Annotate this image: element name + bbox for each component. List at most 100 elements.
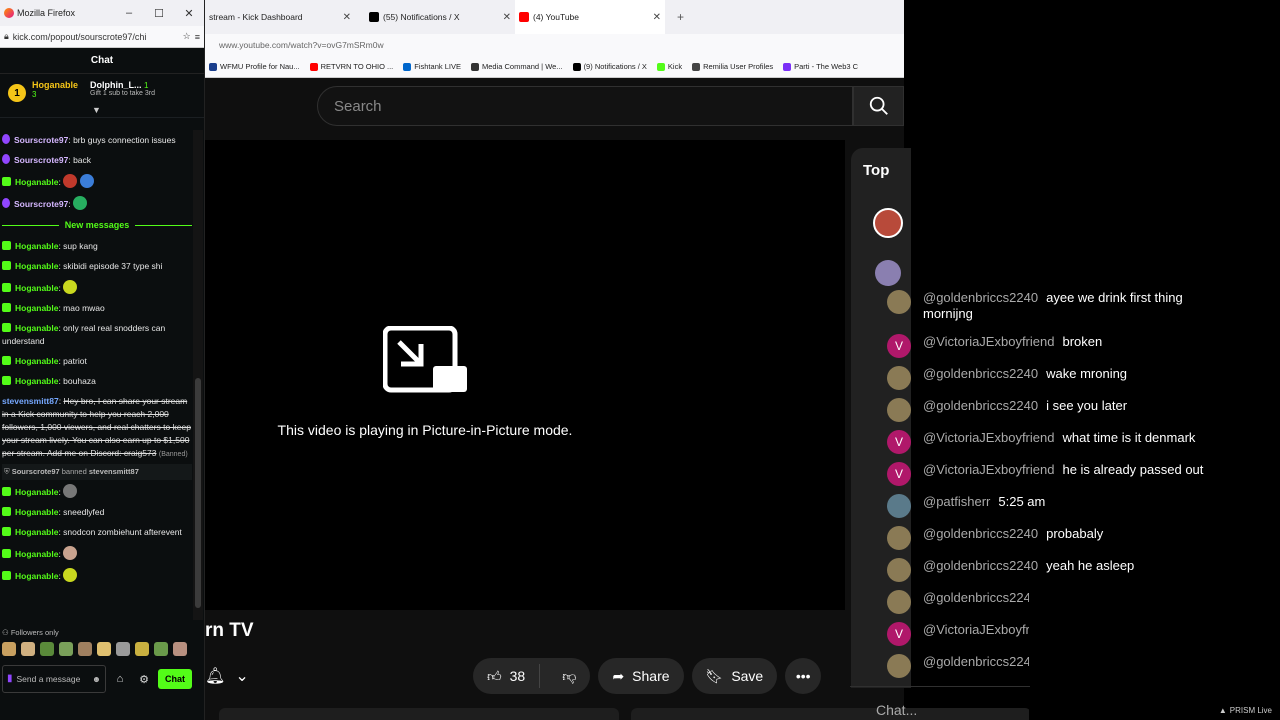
channel-name[interactable]: rn TV bbox=[205, 620, 254, 642]
second-gifter-name[interactable]: Dolphin_L... bbox=[90, 80, 142, 90]
avatar[interactable]: V bbox=[887, 430, 911, 454]
close-icon[interactable]: ✕ bbox=[174, 7, 204, 20]
chat-username[interactable]: Hoganable bbox=[15, 549, 58, 559]
maximize-icon[interactable]: ☐ bbox=[144, 7, 174, 20]
top-chat-selector[interactable]: Top bbox=[863, 162, 889, 179]
send-chat-button[interactable]: Chat bbox=[158, 669, 192, 689]
minimize-icon[interactable]: – bbox=[114, 7, 144, 20]
live-chat-username[interactable]: @goldenbriccs224 bbox=[923, 654, 1031, 669]
bookmark-item[interactable]: Parti - The Web3 C bbox=[783, 62, 858, 71]
chat-username[interactable]: Hoganable bbox=[15, 376, 58, 386]
live-chat-username[interactable]: @VictoriaJExboyfriend bbox=[923, 462, 1054, 477]
bookmark-item[interactable]: Remilia User Profiles bbox=[692, 62, 773, 71]
avatar[interactable] bbox=[887, 590, 911, 614]
dislike-button[interactable]: 👎︎ bbox=[548, 668, 590, 685]
live-chat-username[interactable]: @goldenbriccs2240 bbox=[923, 558, 1038, 573]
search-button[interactable] bbox=[853, 86, 904, 126]
live-chat-username[interactable]: @goldenbriccs224 bbox=[923, 590, 1031, 605]
chat-username[interactable]: Hoganable bbox=[15, 177, 58, 187]
emote-icon[interactable] bbox=[116, 642, 130, 656]
video-player[interactable]: This video is playing in Picture-in-Pict… bbox=[205, 140, 845, 610]
avatar[interactable]: V bbox=[887, 462, 911, 486]
tab-kick-dashboard[interactable]: stream - Kick Dashboard ✕ bbox=[205, 0, 355, 34]
top-gifter-name[interactable]: Hoganable bbox=[32, 80, 78, 90]
emoji-icon[interactable]: ☻ bbox=[92, 674, 101, 684]
chat-username[interactable]: Hoganable bbox=[15, 571, 58, 581]
chat-username[interactable]: Hoganable bbox=[15, 507, 58, 517]
tab-youtube[interactable]: (4) YouTube ✕ bbox=[515, 0, 665, 34]
close-tab-icon[interactable]: ✕ bbox=[653, 12, 661, 23]
live-chat-username[interactable]: @VictoriaJExboyfriend bbox=[923, 430, 1054, 445]
chat-username[interactable]: Hoganable bbox=[15, 303, 58, 313]
emote-icon[interactable] bbox=[173, 642, 187, 656]
menu-icon[interactable]: ≡ bbox=[195, 32, 200, 42]
bookmark-item[interactable]: Fishtank LIVE bbox=[403, 62, 461, 71]
like-button[interactable]: 👍︎ 38 bbox=[473, 664, 541, 688]
live-chat-username[interactable]: @VictoriaJExboyfriend bbox=[923, 334, 1054, 349]
spam-username[interactable]: stevensmitt87 bbox=[2, 396, 59, 406]
youtube-search-input[interactable]: Search bbox=[317, 86, 853, 126]
close-tab-icon[interactable]: ✕ bbox=[343, 12, 351, 23]
bookmark-star-icon[interactable]: ☆ bbox=[183, 31, 191, 42]
notification-bell-button[interactable]: 🔔︎ ⌄ bbox=[205, 666, 249, 686]
emote-icon[interactable] bbox=[40, 642, 54, 656]
chat-username[interactable]: Sourscrote97 bbox=[14, 199, 68, 209]
share-button[interactable]: ➦ Share bbox=[598, 658, 684, 694]
chat-username[interactable]: Hoganable bbox=[15, 356, 58, 366]
kick-url[interactable]: kick.com/popout/sourscrote97/chi bbox=[13, 32, 179, 42]
avatar[interactable] bbox=[875, 260, 901, 286]
avatar[interactable] bbox=[873, 208, 903, 238]
tab-notifications-x[interactable]: (55) Notifications / X ✕ bbox=[365, 0, 515, 34]
bookmark-item[interactable]: Media Command | We... bbox=[470, 62, 563, 71]
bookmark-item[interactable]: RETVRN TO OHIO ... bbox=[309, 62, 393, 71]
live-chat-username[interactable]: @goldenbriccs2240 bbox=[923, 526, 1038, 541]
emote-icon[interactable] bbox=[21, 642, 35, 656]
live-chat-username[interactable]: @goldenbriccs2240 bbox=[923, 398, 1038, 413]
chat-username[interactable]: Hoganable bbox=[15, 283, 58, 293]
emote-icon[interactable] bbox=[2, 642, 16, 656]
live-chat-input[interactable]: Chat... bbox=[876, 702, 1026, 718]
chat-username[interactable]: Hoganable bbox=[15, 323, 58, 333]
bookmark-item[interactable]: WFMU Profile for Nau... bbox=[209, 62, 300, 71]
close-tab-icon[interactable]: ✕ bbox=[503, 12, 511, 23]
kick-url-bar[interactable]: 🔒︎ kick.com/popout/sourscrote97/chi ☆ ≡ bbox=[0, 26, 204, 48]
microphone-icon[interactable]: ▮ bbox=[7, 674, 13, 684]
kick-chat-scrollbar[interactable] bbox=[193, 130, 203, 620]
address-url[interactable]: www.youtube.com/watch?v=ovG7mSRm0w bbox=[219, 40, 384, 50]
live-chat-username[interactable]: @patfisherr bbox=[923, 494, 990, 509]
avatar[interactable] bbox=[887, 654, 911, 678]
emote-icon[interactable] bbox=[78, 642, 92, 656]
emote-icon[interactable] bbox=[135, 642, 149, 656]
chat-username[interactable]: Hoganable bbox=[15, 487, 58, 497]
collapse-arrow-icon[interactable]: ▼ bbox=[92, 105, 101, 115]
send-message-input[interactable]: ▮ Send a message ☻ bbox=[2, 665, 106, 693]
chat-username[interactable]: Hoganable bbox=[15, 261, 58, 271]
save-button[interactable]: 🔖︎ Save bbox=[691, 658, 778, 694]
avatar[interactable] bbox=[887, 366, 911, 390]
live-chat-username[interactable]: @goldenbriccs2240 bbox=[923, 290, 1038, 305]
avatar[interactable] bbox=[887, 494, 911, 518]
chat-username[interactable]: Sourscrote97 bbox=[14, 135, 68, 145]
emote-icon[interactable] bbox=[59, 642, 73, 656]
avatar[interactable] bbox=[887, 398, 911, 422]
settings-icon[interactable]: ⚙ bbox=[134, 669, 154, 689]
bookmark-item[interactable]: (9) Notifications / X bbox=[572, 62, 647, 71]
avatar[interactable]: V bbox=[887, 334, 911, 358]
avatar[interactable] bbox=[887, 526, 911, 550]
live-chat-username[interactable]: @goldenbriccs2240 bbox=[923, 366, 1038, 381]
bookmark-item[interactable]: Kick bbox=[656, 62, 682, 71]
address-bar[interactable]: www.youtube.com/watch?v=ovG7mSRm0w bbox=[205, 34, 904, 56]
avatar[interactable] bbox=[887, 290, 911, 314]
chat-username[interactable]: Sourscrote97 bbox=[14, 155, 68, 165]
avatar[interactable] bbox=[887, 558, 911, 582]
avatar[interactable]: V bbox=[887, 622, 911, 646]
emote-icon[interactable] bbox=[97, 642, 111, 656]
more-actions-button[interactable]: ••• bbox=[785, 658, 822, 694]
chat-username[interactable]: Hoganable bbox=[15, 527, 58, 537]
emote-icon[interactable] bbox=[154, 642, 168, 656]
chat-username[interactable]: Hoganable bbox=[15, 241, 58, 251]
gift-icon[interactable]: ⌂ bbox=[110, 669, 130, 689]
new-tab-icon[interactable]: + bbox=[677, 10, 684, 24]
emote-quickbar[interactable] bbox=[0, 642, 187, 656]
live-chat-username[interactable]: @VictoriaJExboyfri bbox=[923, 622, 1033, 637]
